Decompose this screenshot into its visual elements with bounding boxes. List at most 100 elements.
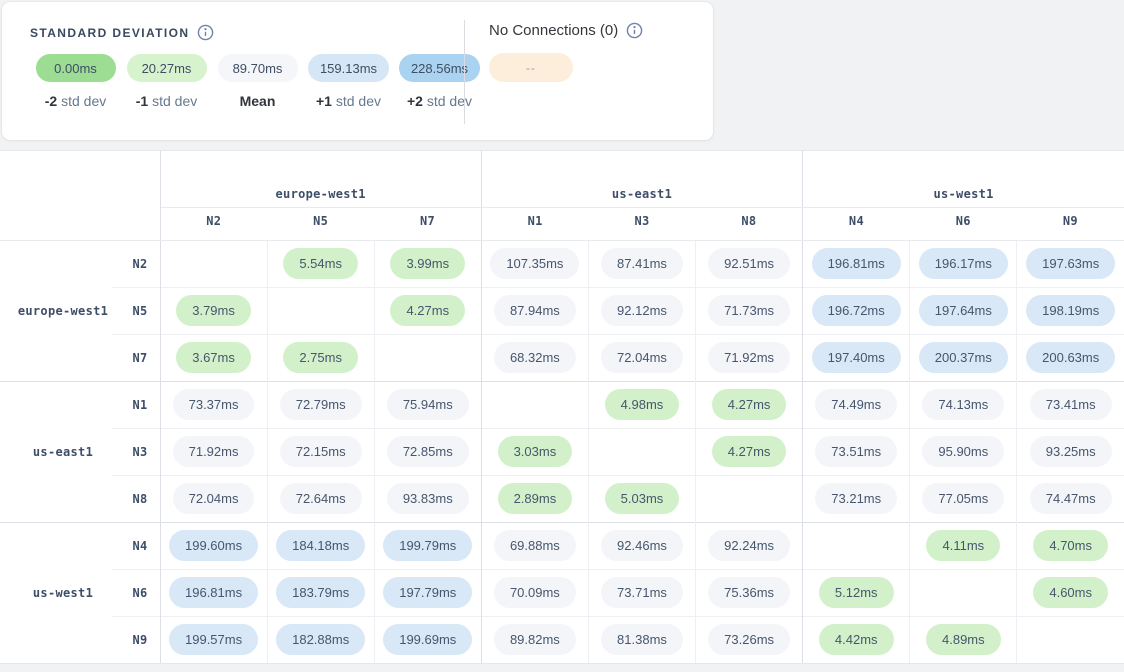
latency-cell: 197.64ms (910, 287, 1017, 334)
latency-pill[interactable]: 73.41ms (1030, 389, 1112, 420)
latency-pill[interactable]: 196.81ms (169, 577, 258, 608)
latency-pill[interactable]: 3.79ms (176, 295, 251, 326)
latency-pill[interactable]: 89.82ms (494, 624, 576, 655)
latency-pill[interactable]: 71.92ms (173, 436, 255, 467)
latency-pill[interactable]: 4.70ms (1033, 530, 1108, 561)
latency-pill[interactable]: 72.15ms (280, 436, 362, 467)
info-icon[interactable] (197, 24, 214, 41)
row-node-N2[interactable]: N2 (112, 240, 160, 287)
latency-pill[interactable]: 197.79ms (383, 577, 472, 608)
latency-pill[interactable]: 72.85ms (387, 436, 469, 467)
latency-pill[interactable]: 182.88ms (276, 624, 365, 655)
latency-pill[interactable]: 75.36ms (708, 577, 790, 608)
row-node-N5[interactable]: N5 (112, 287, 160, 334)
row-node-N6[interactable]: N6 (112, 569, 160, 616)
col-node-N6[interactable]: N6 (910, 207, 1017, 240)
latency-pill[interactable]: 4.98ms (605, 389, 680, 420)
latency-pill[interactable]: 70.09ms (494, 577, 576, 608)
latency-cell: 75.94ms (374, 381, 481, 428)
latency-cell: 89.82ms (481, 616, 588, 663)
latency-pill[interactable]: 4.27ms (712, 436, 787, 467)
latency-cell: 73.37ms (160, 381, 267, 428)
latency-pill[interactable]: 92.46ms (601, 530, 683, 561)
latency-pill[interactable]: 2.75ms (283, 342, 358, 373)
latency-pill[interactable]: 93.83ms (387, 483, 469, 514)
row-node-N4[interactable]: N4 (112, 522, 160, 569)
latency-pill[interactable]: 3.67ms (176, 342, 251, 373)
latency-pill[interactable]: 81.38ms (601, 624, 683, 655)
latency-pill[interactable]: 71.73ms (708, 295, 790, 326)
latency-pill[interactable]: 199.57ms (169, 624, 258, 655)
latency-pill[interactable]: 72.79ms (280, 389, 362, 420)
latency-pill[interactable]: 197.64ms (919, 295, 1008, 326)
latency-pill[interactable]: 95.90ms (922, 436, 1004, 467)
latency-pill[interactable]: 74.49ms (815, 389, 897, 420)
latency-pill[interactable]: 5.12ms (819, 577, 894, 608)
latency-pill[interactable]: 71.92ms (708, 342, 790, 373)
row-node-N9[interactable]: N9 (112, 616, 160, 663)
col-node-N9[interactable]: N9 (1017, 207, 1124, 240)
col-node-N1[interactable]: N1 (481, 207, 588, 240)
col-node-N3[interactable]: N3 (588, 207, 695, 240)
col-node-N8[interactable]: N8 (696, 207, 803, 240)
latency-pill[interactable]: 5.03ms (605, 483, 680, 514)
latency-pill[interactable]: 199.60ms (169, 530, 258, 561)
latency-pill[interactable]: 75.94ms (387, 389, 469, 420)
latency-pill[interactable]: 4.60ms (1033, 577, 1108, 608)
latency-pill[interactable]: 4.42ms (819, 624, 894, 655)
latency-pill[interactable]: 73.21ms (815, 483, 897, 514)
latency-cell-self (803, 522, 910, 569)
latency-pill[interactable]: 4.27ms (390, 295, 465, 326)
latency-pill[interactable]: 5.54ms (283, 248, 358, 279)
latency-pill[interactable]: 3.99ms (390, 248, 465, 279)
latency-pill[interactable]: 198.19ms (1026, 295, 1115, 326)
latency-pill[interactable]: 4.89ms (926, 624, 1001, 655)
latency-pill[interactable]: 199.79ms (383, 530, 472, 561)
latency-pill[interactable]: 92.24ms (708, 530, 790, 561)
latency-pill[interactable]: 77.05ms (922, 483, 1004, 514)
latency-pill[interactable]: 4.27ms (712, 389, 787, 420)
latency-pill[interactable]: 87.94ms (494, 295, 576, 326)
col-node-N4[interactable]: N4 (803, 207, 910, 240)
latency-pill[interactable]: 196.81ms (812, 248, 901, 279)
latency-pill[interactable]: 196.17ms (919, 248, 1008, 279)
latency-pill[interactable]: 200.63ms (1026, 342, 1115, 373)
latency-pill[interactable]: 68.32ms (494, 342, 576, 373)
latency-pill[interactable]: 73.37ms (173, 389, 255, 420)
row-node-N8[interactable]: N8 (112, 475, 160, 522)
latency-pill[interactable]: 3.03ms (498, 436, 573, 467)
latency-pill[interactable]: 2.89ms (498, 483, 573, 514)
latency-pill[interactable]: 197.63ms (1026, 248, 1115, 279)
latency-pill[interactable]: 107.35ms (490, 248, 579, 279)
latency-pill[interactable]: 87.41ms (601, 248, 683, 279)
latency-pill[interactable]: 73.51ms (815, 436, 897, 467)
latency-pill[interactable]: 4.11ms (926, 530, 1000, 561)
latency-pill[interactable]: 73.26ms (708, 624, 790, 655)
latency-pill[interactable]: 184.18ms (276, 530, 365, 561)
latency-cell: 4.70ms (1017, 522, 1124, 569)
info-icon[interactable] (626, 22, 643, 39)
col-node-N5[interactable]: N5 (267, 207, 374, 240)
latency-pill[interactable]: 72.64ms (280, 483, 362, 514)
row-node-N1[interactable]: N1 (112, 381, 160, 428)
latency-pill[interactable]: 93.25ms (1030, 436, 1112, 467)
latency-pill[interactable]: 72.04ms (173, 483, 255, 514)
latency-pill[interactable]: 69.88ms (494, 530, 576, 561)
latency-pill[interactable]: 92.51ms (708, 248, 790, 279)
latency-pill[interactable]: 92.12ms (601, 295, 683, 326)
latency-pill[interactable]: 200.37ms (919, 342, 1008, 373)
latency-pill[interactable]: 74.47ms (1030, 483, 1112, 514)
latency-pill[interactable]: 183.79ms (276, 577, 365, 608)
latency-pill[interactable]: 199.69ms (383, 624, 472, 655)
latency-cell: 3.67ms (160, 334, 267, 381)
latency-pill[interactable]: 74.13ms (922, 389, 1004, 420)
row-node-N3[interactable]: N3 (112, 428, 160, 475)
row-node-N7[interactable]: N7 (112, 334, 160, 381)
latency-pill[interactable]: 72.04ms (601, 342, 683, 373)
legend-pill: 20.27ms (127, 54, 207, 82)
latency-pill[interactable]: 73.71ms (601, 577, 683, 608)
col-node-N7[interactable]: N7 (374, 207, 481, 240)
latency-pill[interactable]: 197.40ms (812, 342, 901, 373)
latency-pill[interactable]: 196.72ms (812, 295, 901, 326)
col-node-N2[interactable]: N2 (160, 207, 267, 240)
